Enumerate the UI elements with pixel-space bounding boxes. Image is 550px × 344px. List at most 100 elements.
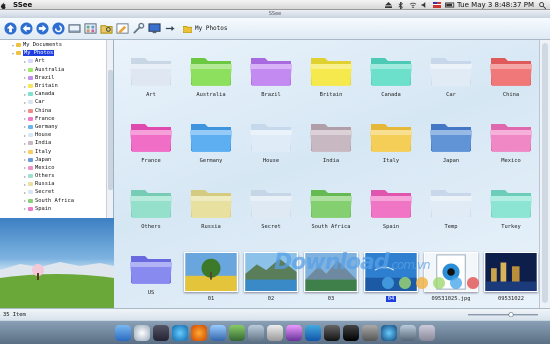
folder-icon <box>28 116 33 121</box>
tree-item[interactable]: ▸ Britain <box>0 82 113 90</box>
folder-item[interactable]: France <box>120 114 182 172</box>
tree-item-label: My Documents <box>23 42 62 49</box>
grid-scrollbar[interactable] <box>539 40 550 308</box>
apple-icon[interactable] <box>0 2 7 9</box>
folder-item[interactable]: Russia <box>180 180 242 238</box>
folder-item[interactable]: Brazil <box>240 48 302 106</box>
tree-item[interactable]: ▸ Japan <box>0 156 113 164</box>
app-menu[interactable]: SSee <box>13 1 32 9</box>
itunes-icon[interactable] <box>286 324 302 341</box>
tree-item[interactable]: ▸ China <box>0 107 113 115</box>
folder-item[interactable]: China <box>480 48 539 106</box>
dot <box>416 277 428 289</box>
mail-icon[interactable] <box>210 324 226 341</box>
up-button[interactable] <box>3 22 17 36</box>
trash-icon[interactable] <box>419 324 435 341</box>
address-book-icon[interactable] <box>248 324 264 341</box>
folder-item[interactable]: Temp <box>420 180 482 238</box>
back-button[interactable] <box>19 22 33 36</box>
tree-item[interactable]: ▸ South Africa <box>0 197 113 205</box>
settings-button[interactable] <box>163 22 177 36</box>
watermark-dots <box>382 277 479 289</box>
menubar-clock[interactable]: Tue May 3 8:48:37 PM <box>457 1 534 9</box>
folder-item[interactable]: Germany <box>180 114 242 172</box>
time-machine-icon[interactable] <box>324 324 340 341</box>
slideshow-button[interactable] <box>67 22 81 36</box>
folder-item[interactable]: Japan <box>420 114 482 172</box>
ichat-icon[interactable] <box>229 324 245 341</box>
tree-item[interactable]: ▾ My Photos <box>0 49 113 57</box>
preferences-icon[interactable] <box>362 324 378 341</box>
finder-icon[interactable] <box>115 324 131 341</box>
tree-item[interactable]: ▸ Italy <box>0 147 113 155</box>
item-label: Secret <box>261 224 281 230</box>
folder-item[interactable]: Canada <box>360 48 422 106</box>
terminal-icon[interactable] <box>343 324 359 341</box>
wifi-icon[interactable] <box>409 2 417 8</box>
folder-item[interactable]: India <box>300 114 362 172</box>
flag-icon[interactable] <box>432 1 441 8</box>
ssee-icon[interactable] <box>381 324 397 341</box>
dashboard-icon[interactable] <box>134 324 150 341</box>
folder-item[interactable]: Spain <box>360 180 422 238</box>
iphoto-icon[interactable] <box>305 324 321 341</box>
folder-item[interactable]: Turkey <box>480 180 539 238</box>
tree-item[interactable]: ▾ My Documents <box>0 41 113 49</box>
tree-item[interactable]: ▸ Car <box>0 98 113 106</box>
spotlight-icon[interactable] <box>539 1 547 9</box>
folder-item[interactable]: Australia <box>180 48 242 106</box>
tree-item[interactable]: ▸ Brazil <box>0 74 113 82</box>
photo-item[interactable]: 01 <box>180 246 242 304</box>
browse-button[interactable] <box>99 22 113 36</box>
edit-button[interactable] <box>115 22 129 36</box>
volume-icon[interactable] <box>421 1 428 8</box>
refresh-button[interactable] <box>51 22 65 36</box>
eject-icon[interactable] <box>385 1 392 8</box>
expose-icon[interactable] <box>153 324 169 341</box>
zoom-slider[interactable] <box>468 312 538 317</box>
folder-item[interactable]: House <box>240 114 302 172</box>
folder-item[interactable]: Others <box>120 180 182 238</box>
tree-item[interactable]: ▸ Others <box>0 172 113 180</box>
firefox-icon[interactable] <box>191 324 207 341</box>
grid-scroll-thumb[interactable] <box>542 43 548 303</box>
tree-item[interactable]: ▸ Art <box>0 57 113 65</box>
folder-icon <box>28 174 33 179</box>
tree-item[interactable]: ▸ Secret <box>0 188 113 196</box>
preview-pane <box>0 218 114 308</box>
folder-item[interactable]: Mexico <box>480 114 539 172</box>
folder-item[interactable]: Car <box>420 48 482 106</box>
tree-scroll-thumb[interactable] <box>108 70 113 190</box>
folder-item[interactable]: South Africa <box>300 180 362 238</box>
item-label: 09531022 <box>498 296 524 302</box>
tree-item[interactable]: ▸ Australia <box>0 66 113 74</box>
fullscreen-button[interactable] <box>147 22 161 36</box>
forward-button[interactable] <box>35 22 49 36</box>
tree-item-label: Germany <box>35 123 58 130</box>
tree-item[interactable]: ▸ Canada <box>0 90 113 98</box>
tree-item[interactable]: ▸ France <box>0 115 113 123</box>
folder-item[interactable]: Secret <box>240 180 302 238</box>
folder-item[interactable]: US <box>120 246 182 304</box>
folder-item[interactable]: Art <box>120 48 182 106</box>
safari-icon[interactable] <box>172 324 188 341</box>
tree-item[interactable]: ▸ India <box>0 139 113 147</box>
folder-dock-icon[interactable] <box>400 324 416 341</box>
calendar-icon[interactable] <box>267 324 283 341</box>
bluetooth-icon[interactable] <box>397 0 404 10</box>
tree-scrollbar[interactable] <box>106 40 113 218</box>
tree-item[interactable]: ▸ Spain <box>0 205 113 213</box>
tree-item[interactable]: ▸ Germany <box>0 123 113 131</box>
tree-item[interactable]: ▸ House <box>0 131 113 139</box>
tools-button[interactable] <box>131 22 145 36</box>
breadcrumb[interactable]: My Photos <box>183 25 228 33</box>
tree-item[interactable]: ▸ Mexico <box>0 164 113 172</box>
view-button[interactable] <box>83 22 97 36</box>
tree-item-label: Art <box>35 58 45 65</box>
tree-item[interactable]: ▸ Russia <box>0 180 113 188</box>
battery-icon[interactable] <box>444 2 455 8</box>
monitor-icon <box>147 23 161 34</box>
photo-item[interactable]: 09531022 <box>480 246 539 304</box>
folder-item[interactable]: Britain <box>300 48 362 106</box>
folder-item[interactable]: Italy <box>360 114 422 172</box>
